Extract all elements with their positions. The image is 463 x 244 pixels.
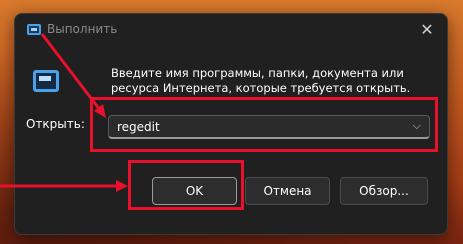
dialog-description: Введите имя программы, папки, документа … — [111, 66, 411, 95]
run-icon — [27, 24, 41, 35]
input-highlight-box — [90, 97, 438, 152]
close-button[interactable]: ✕ — [415, 18, 439, 42]
close-icon: ✕ — [420, 20, 434, 39]
browse-button[interactable]: Обзор... — [340, 177, 428, 205]
dialog-title: Выполнить — [47, 22, 118, 36]
cancel-button[interactable]: Отмена — [245, 177, 330, 205]
run-program-icon — [33, 70, 59, 92]
ok-highlight-box — [128, 160, 244, 210]
open-label: Открыть: — [26, 117, 85, 131]
title-bar[interactable]: Выполнить ✕ — [15, 14, 447, 46]
